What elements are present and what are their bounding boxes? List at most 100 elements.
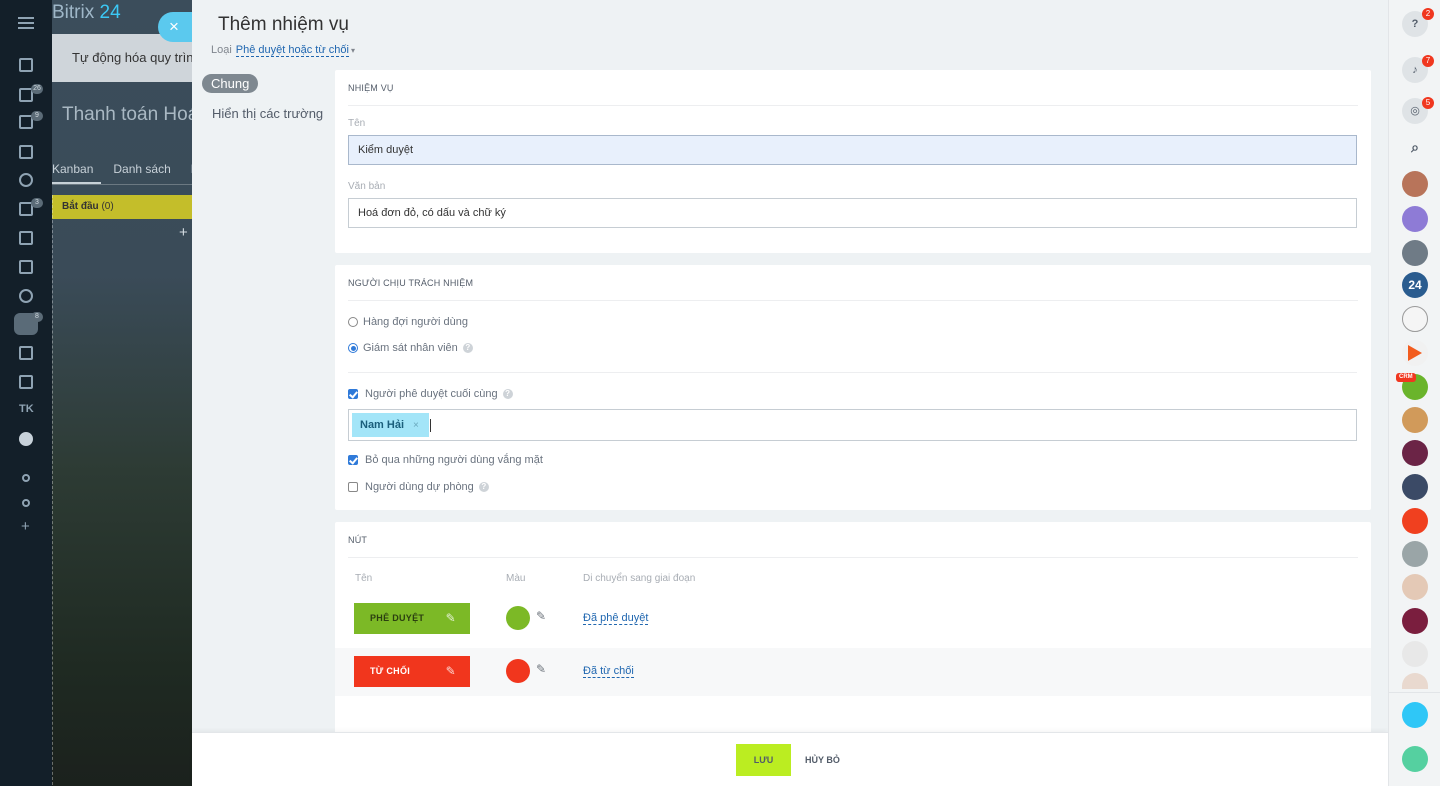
checkbox-label: Bỏ qua những người dùng vắng mặt: [365, 454, 543, 466]
task-type-label: Loại: [211, 44, 232, 56]
avatar[interactable]: [1402, 608, 1428, 634]
responsible-section: NGƯỜI CHỊU TRÁCH NHIỆM Hàng đợi người dù…: [335, 265, 1371, 510]
avatar[interactable]: [1402, 240, 1428, 266]
menu-icon[interactable]: [18, 17, 34, 29]
text-label: Văn bản: [348, 181, 386, 192]
add-icon[interactable]: +: [21, 519, 30, 534]
radio-label: Hàng đợi người dùng: [363, 316, 468, 328]
open-channel-icon[interactable]: [1402, 702, 1428, 728]
drive-icon[interactable]: [19, 231, 33, 245]
window-icon[interactable]: [19, 346, 33, 360]
column-header-name: Tên: [355, 573, 373, 584]
button-label: PHÊ DUYỆT: [370, 613, 425, 623]
pencil-icon[interactable]: ✎: [446, 603, 456, 634]
section-heading: NÚT: [348, 522, 1358, 558]
avatar[interactable]: [1402, 474, 1428, 500]
avatar[interactable]: [1402, 440, 1428, 466]
avatar-number-text: 24: [1408, 278, 1422, 292]
reject-button[interactable]: TỪ CHỐI ✎: [354, 656, 470, 687]
help-icon[interactable]: ?: [462, 343, 473, 353]
search-glyph: ⌕: [1411, 139, 1419, 155]
help-icon[interactable]: ?: [478, 482, 489, 492]
tab-list[interactable]: Danh sách: [113, 162, 178, 182]
checkbox[interactable]: [348, 389, 358, 399]
color-swatch[interactable]: [506, 606, 530, 630]
avatar[interactable]: [1402, 574, 1428, 600]
avatar[interactable]: [1402, 673, 1428, 689]
user-selector-input[interactable]: Nam Hải ×: [348, 409, 1357, 441]
menu-item-show-fields[interactable]: Hiển thị các trường: [212, 106, 323, 121]
menu-item-general[interactable]: Chung: [202, 74, 259, 93]
avatar[interactable]: [1402, 407, 1428, 433]
avatar[interactable]: [1402, 340, 1428, 366]
stage-name: Bắt đầu: [62, 201, 99, 212]
background-tabs: KanbanDanh sáchN: [52, 162, 192, 184]
avatar[interactable]: [1402, 541, 1428, 567]
sitemap-icon[interactable]: [22, 474, 30, 482]
groups-icon[interactable]: [19, 173, 33, 187]
chevron-down-icon[interactable]: ▾: [351, 46, 355, 55]
checkbox[interactable]: [348, 482, 358, 492]
pencil-icon[interactable]: ✎: [536, 609, 546, 623]
stage-link[interactable]: Đã phê duyệt: [583, 612, 649, 625]
cancel-button[interactable]: HỦY BỎ: [805, 744, 840, 776]
button-row-approve: PHÊ DUYỆT ✎ ✎ Đã phê duyệt: [335, 595, 1371, 643]
user-chip[interactable]: Nam Hải ×: [352, 413, 429, 437]
checkbox-backup-user[interactable]: Người dùng dự phòng ?: [348, 481, 489, 493]
buttons-section: NÚT Tên Màu Di chuyển sang giai đoạn PHÊ…: [335, 522, 1371, 734]
search-icon[interactable]: ⌕: [1402, 134, 1428, 160]
color-swatch[interactable]: [506, 659, 530, 683]
remove-user-icon[interactable]: ×: [413, 420, 419, 431]
radio-button[interactable]: [348, 317, 358, 327]
footer-bar: LƯU HỦY BỎ: [192, 732, 1388, 786]
right-rail: ? ♪ ◎ ⌕ 24: [1388, 0, 1440, 786]
bitrix-logo: Bitrix 24: [52, 2, 121, 24]
add-card-icon[interactable]: +: [179, 224, 188, 241]
section-heading: NHIỆM VỤ: [348, 70, 1358, 106]
task-section: NHIỆM VỤ Tên Kiểm duyệt Văn bản Hoá đơn …: [335, 70, 1371, 253]
task-type-row: Loại Phê duyệt hoặc từ chối ▾: [211, 44, 355, 57]
name-label: Tên: [348, 118, 366, 129]
calendar-icon[interactable]: [19, 260, 33, 274]
gear-icon[interactable]: [22, 499, 30, 507]
save-button[interactable]: LƯU: [736, 744, 791, 776]
checkbox-skip-absent[interactable]: Bỏ qua những người dùng vắng mặt: [348, 454, 543, 466]
nav-text-item[interactable]: TK: [19, 403, 34, 415]
pencil-icon[interactable]: ✎: [536, 662, 546, 676]
avatar[interactable]: [1402, 206, 1428, 232]
checkbox[interactable]: [348, 455, 358, 465]
kanban-stage-header: Bắt đầu (0): [52, 195, 192, 219]
radio-supervise-employee[interactable]: Giám sát nhân viên ?: [348, 342, 473, 354]
close-slider-button[interactable]: ×: [158, 12, 192, 42]
task-type-dropdown[interactable]: Phê duyệt hoặc từ chối: [235, 44, 349, 57]
tab-kanban[interactable]: Kanban: [52, 162, 102, 184]
radio-user-queue[interactable]: Hàng đợi người dùng: [348, 316, 468, 328]
avatar-number[interactable]: 24: [1402, 272, 1428, 298]
avatar[interactable]: [1402, 508, 1428, 534]
stage-link[interactable]: Đã từ chối: [583, 665, 634, 678]
nav-counter: 3: [31, 198, 43, 208]
chat-icon[interactable]: [19, 145, 33, 159]
radio-button[interactable]: [348, 343, 358, 353]
avatar[interactable]: [1402, 306, 1428, 332]
crm-tag: CRM: [1396, 373, 1416, 382]
text-input[interactable]: Hoá đơn đỏ, có dấu và chữ ký: [348, 198, 1357, 228]
clock-icon[interactable]: [19, 289, 33, 303]
radio-label: Giám sát nhân viên: [363, 342, 458, 354]
tabs-divider: [52, 184, 192, 185]
nav-counter: 9: [31, 111, 43, 121]
notification-badge: 7: [1422, 55, 1434, 67]
chevron-down-icon[interactable]: [19, 432, 33, 446]
checkbox-final-approver[interactable]: Người phê duyệt cuối cùng ?: [348, 388, 513, 400]
checkbox-label: Người phê duyệt cuối cùng: [365, 388, 498, 400]
name-input[interactable]: Kiểm duyệt: [348, 135, 1357, 165]
feed-icon[interactable]: [19, 58, 33, 72]
avatar[interactable]: [1402, 641, 1428, 667]
pencil-icon[interactable]: ✎: [446, 656, 456, 687]
approve-button[interactable]: PHÊ DUYỆT ✎: [354, 603, 470, 634]
megaphone-icon: [1408, 345, 1422, 361]
help-icon[interactable]: ?: [502, 389, 513, 399]
avatar[interactable]: [1402, 171, 1428, 197]
contact-card-icon[interactable]: [19, 375, 33, 389]
phone-icon[interactable]: [1402, 746, 1428, 772]
